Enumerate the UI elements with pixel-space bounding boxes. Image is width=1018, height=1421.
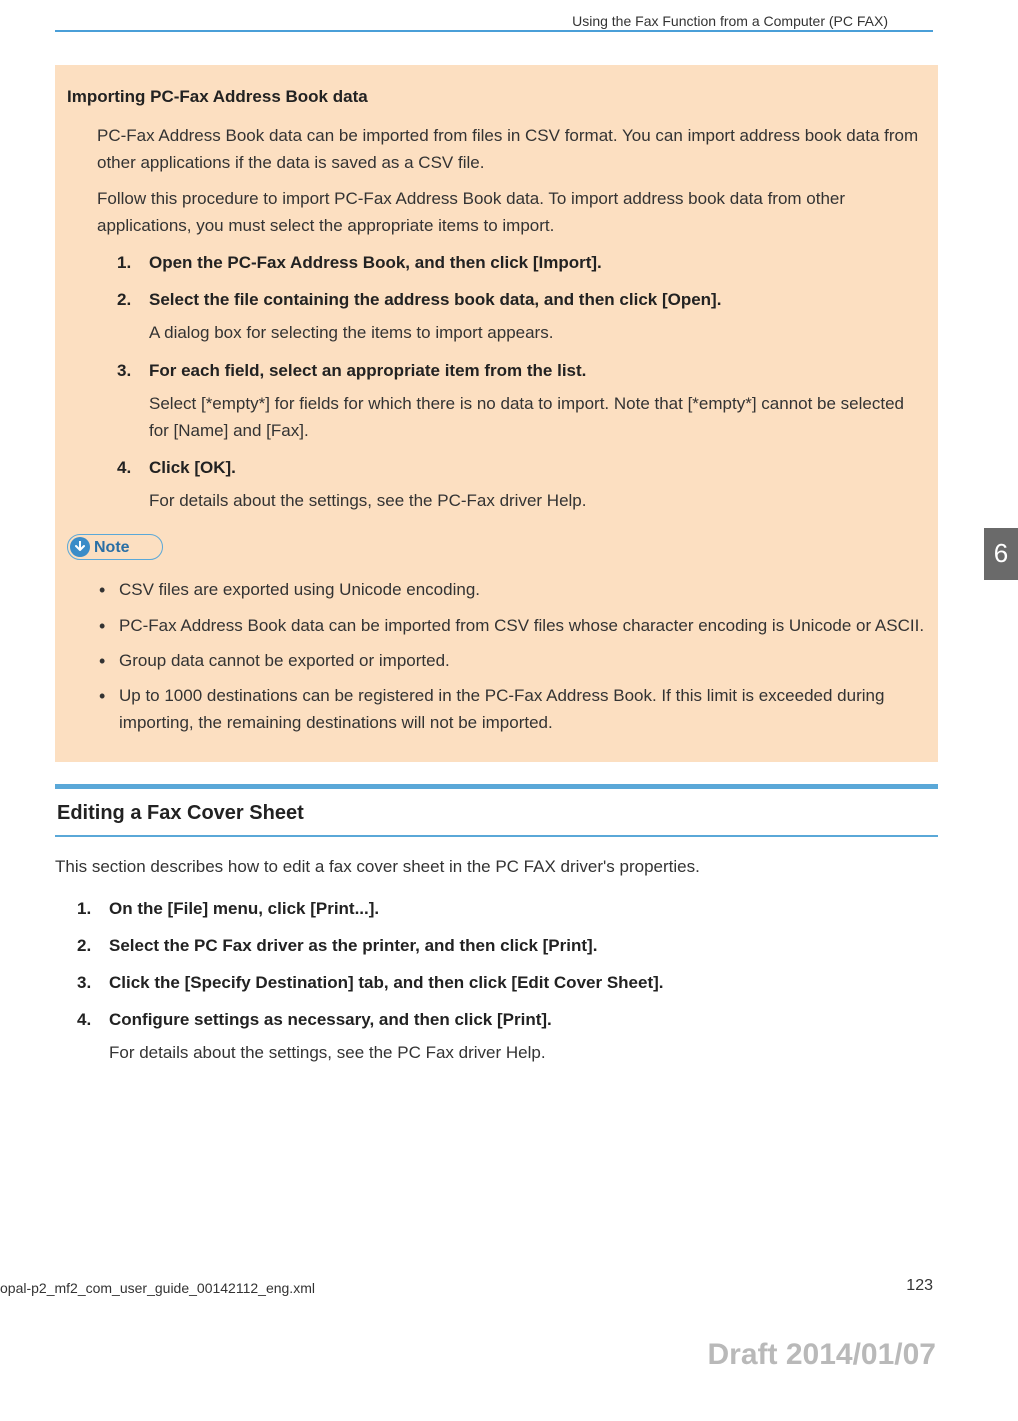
blue-rule-bottom xyxy=(55,835,938,837)
step-text: Select the file containing the address b… xyxy=(149,290,721,309)
note-label: Note xyxy=(94,535,130,561)
step-detail: A dialog box for selecting the items to … xyxy=(149,319,926,346)
importing-heading: Importing PC-Fax Address Book data xyxy=(67,83,926,110)
step-text: For each field, select an appropriate it… xyxy=(149,361,586,380)
note-badge: Note xyxy=(67,534,163,560)
step-text: Configure settings as necessary, and the… xyxy=(109,1010,552,1029)
note-item-4: Up to 1000 destinations can be registere… xyxy=(97,682,926,736)
step-text: Select the PC Fax driver as the printer,… xyxy=(109,936,597,955)
note-list: CSV files are exported using Unicode enc… xyxy=(97,576,926,736)
step-detail: For details about the settings, see the … xyxy=(149,487,926,514)
importing-step-4: Click [OK]. For details about the settin… xyxy=(117,454,926,514)
footer-filename: opal-p2_mf2_com_user_guide_00142112_eng.… xyxy=(0,1277,315,1299)
importing-block: Importing PC-Fax Address Book data PC-Fa… xyxy=(55,65,938,762)
editing-step-1: On the [File] menu, click [Print...]. xyxy=(77,895,938,922)
footer-page-number: 123 xyxy=(906,1273,933,1299)
step-text: Click the [Specify Destination] tab, and… xyxy=(109,973,664,992)
down-arrow-icon xyxy=(70,537,90,557)
editing-body: This section describes how to edit a fax… xyxy=(55,853,938,1066)
editing-steps: On the [File] menu, click [Print...]. Se… xyxy=(77,895,938,1067)
importing-steps: Open the PC-Fax Address Book, and then c… xyxy=(117,249,926,515)
header-rule xyxy=(55,30,933,32)
importing-step-3: For each field, select an appropriate it… xyxy=(117,357,926,445)
step-text: Click [OK]. xyxy=(149,458,236,477)
step-detail: Select [*empty*] for fields for which th… xyxy=(149,390,926,444)
editing-intro: This section describes how to edit a fax… xyxy=(55,853,938,880)
importing-step-2: Select the file containing the address b… xyxy=(117,286,926,346)
importing-step-1: Open the PC-Fax Address Book, and then c… xyxy=(117,249,926,276)
importing-para-2: Follow this procedure to import PC-Fax A… xyxy=(97,185,926,239)
editing-step-2: Select the PC Fax driver as the printer,… xyxy=(77,932,938,959)
editing-step-3: Click the [Specify Destination] tab, and… xyxy=(77,969,938,996)
step-text: Open the PC-Fax Address Book, and then c… xyxy=(149,253,602,272)
note-item-3: Group data cannot be exported or importe… xyxy=(97,647,926,674)
editing-section-heading: Editing a Fax Cover Sheet xyxy=(55,784,938,837)
editing-heading: Editing a Fax Cover Sheet xyxy=(55,789,938,835)
chapter-tab: 6 xyxy=(984,528,1018,580)
step-detail: For details about the settings, see the … xyxy=(109,1039,938,1066)
draft-watermark: Draft 2014/01/07 xyxy=(708,1331,937,1379)
page-content: Importing PC-Fax Address Book data PC-Fa… xyxy=(55,65,938,1077)
note-item-2: PC-Fax Address Book data can be imported… xyxy=(97,612,926,639)
note-item-1: CSV files are exported using Unicode enc… xyxy=(97,576,926,603)
importing-para-1: PC-Fax Address Book data can be imported… xyxy=(97,122,926,176)
editing-step-4: Configure settings as necessary, and the… xyxy=(77,1006,938,1066)
step-text: On the [File] menu, click [Print...]. xyxy=(109,899,379,918)
